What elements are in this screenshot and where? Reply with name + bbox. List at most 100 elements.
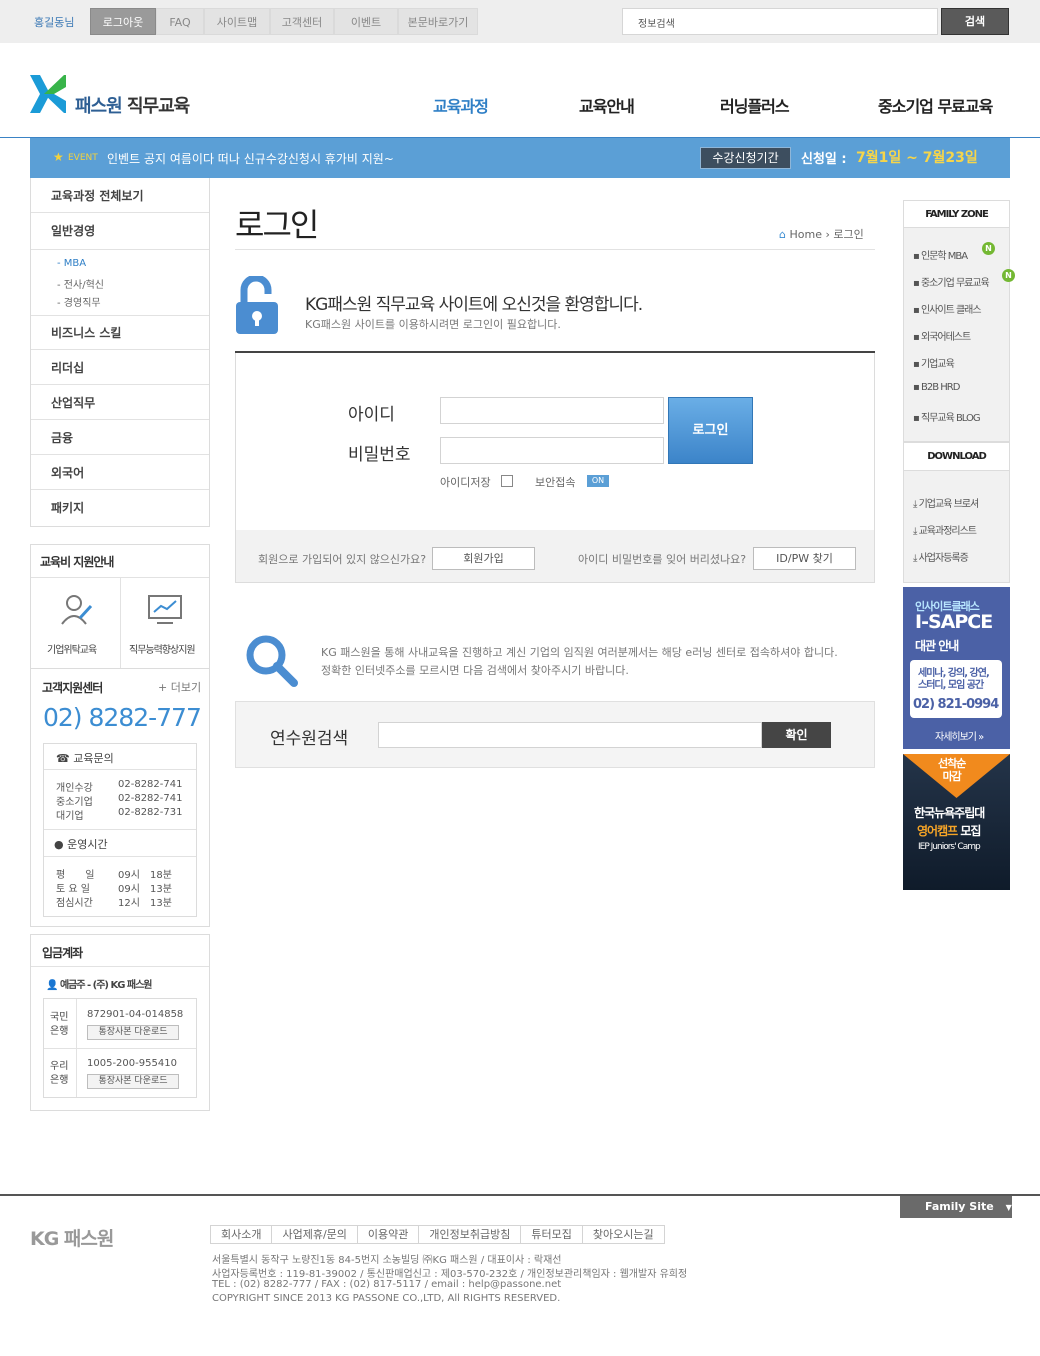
footer-link-directions[interactable]: 찾아오시는길: [583, 1226, 664, 1243]
password-label: 비밀번호: [348, 445, 411, 465]
family-item-label: 직무교육 BLOG: [920, 413, 981, 424]
logout-button[interactable]: 로그아웃: [90, 8, 156, 35]
nav-learning-plus[interactable]: 러닝플러스: [720, 93, 790, 117]
logo-main-text: 패스원: [75, 96, 123, 117]
bank-title: 입금계좌: [42, 946, 83, 960]
event-link[interactable]: 이벤트: [334, 8, 398, 35]
submenu-management-job[interactable]: - 경영직무: [57, 294, 101, 309]
family-item-label: 외국어테스트: [920, 332, 971, 343]
menu-industry-job[interactable]: 산업직무: [31, 386, 209, 420]
inquiry-row-value: 02-8282-741: [118, 779, 183, 790]
download-icon: ⤓: [913, 526, 918, 537]
footer-logo: KG 패스원: [30, 1228, 114, 1250]
menu-business-skill[interactable]: 비즈니스 스킬: [31, 316, 209, 350]
account-number: 872901-04-014858: [87, 1009, 184, 1020]
family-item[interactable]: ▪ 기업교육: [913, 355, 955, 370]
job-skill-support-label[interactable]: 직무능력향상지원: [129, 641, 196, 656]
banner-text: 세미나, 강의, 강연, 스터디, 모임 공간: [918, 668, 990, 692]
customer-center-link[interactable]: 고객센터: [270, 8, 334, 35]
more-link[interactable]: + 더보기: [158, 679, 201, 695]
menu-leadership[interactable]: 리더십: [31, 351, 209, 385]
banner-text: 영어캠프 모집: [917, 822, 981, 839]
banner-text-highlight: 영어캠프: [917, 824, 958, 838]
join-button[interactable]: 회원가입: [432, 547, 535, 570]
corporate-training-label[interactable]: 기업위탁교육: [47, 641, 97, 656]
download-bankbook-button[interactable]: 통장사본 다운로드: [87, 1025, 179, 1040]
breadcrumb-home[interactable]: Home: [789, 228, 821, 241]
footer-link-company[interactable]: 회사소개: [211, 1226, 273, 1243]
title-divider: [235, 249, 875, 250]
bank-name: 국민 은행: [50, 1012, 69, 1037]
edu-support-title: 교육비 지원안내: [40, 555, 114, 569]
chevron-right-icon: ›: [825, 228, 830, 241]
chart-monitor-icon[interactable]: [147, 594, 183, 626]
hours-title-text: 운영시간: [67, 838, 108, 851]
save-id-checkbox[interactable]: [501, 475, 513, 487]
center-search-input[interactable]: [378, 722, 762, 748]
divider: [44, 829, 196, 830]
banner-phone: 02) 821-0994: [913, 697, 999, 712]
person-pen-icon[interactable]: [58, 592, 94, 628]
password-input[interactable]: [440, 437, 664, 464]
download-item[interactable]: ⤓ 교육과정리스트: [913, 522, 977, 537]
footer-divider: [0, 1194, 1040, 1196]
secure-login-toggle[interactable]: ON: [587, 475, 609, 487]
inquiry-row-value: 02-8282-741: [118, 793, 183, 804]
info-line-1: KG 패스원을 통해 사내교육을 진행하고 계신 기업의 임직원 여러분께서는 …: [321, 646, 838, 659]
download-item[interactable]: ⤓ 사업자등록증: [913, 549, 969, 564]
sitemap-link[interactable]: 사이트맵: [204, 8, 270, 35]
faq-link[interactable]: FAQ: [156, 8, 204, 35]
family-item[interactable]: ▪ B2B HRD: [913, 382, 960, 393]
menu-package[interactable]: 패키지: [31, 491, 209, 525]
menu-foreign-language[interactable]: 외국어: [31, 456, 209, 490]
banner-more-link[interactable]: 자세히보기 »: [935, 728, 984, 743]
menu-finance[interactable]: 금융: [31, 421, 209, 455]
login-button[interactable]: 로그인: [668, 397, 753, 464]
family-item[interactable]: ▪ 외국어테스트: [913, 328, 971, 343]
nav-sme-free[interactable]: 중소기업 무료교육: [878, 93, 993, 117]
nav-guide[interactable]: 교육안내: [579, 93, 635, 117]
page-title: 로그인: [235, 206, 319, 244]
menu-all-courses[interactable]: 교육과정 전체보기: [31, 179, 209, 213]
footer-info-line: TEL : (02) 8282-777 / FAX : (02) 817-511…: [212, 1279, 562, 1290]
submenu-innovation[interactable]: - 전사/혁신: [57, 276, 104, 291]
download-bankbook-button[interactable]: 통장사본 다운로드: [87, 1074, 179, 1089]
account-number: 1005-200-955410: [87, 1058, 177, 1069]
family-item[interactable]: ▪ 인문학 MBA: [913, 247, 968, 262]
event-text[interactable]: 인벤트 공지 여름이다 떠나 신규수강신청시 휴가비 지원~: [107, 150, 394, 167]
submenu-mba[interactable]: - MBA: [57, 258, 86, 269]
search-label: 정보검색: [638, 19, 675, 30]
bank-name: 우리 은행: [50, 1061, 69, 1086]
account-holder-text: 예금주 - (주) KG 패스원: [59, 980, 153, 991]
family-item[interactable]: ▪ 중소기업 무료교육: [913, 274, 990, 289]
home-icon[interactable]: ⌂: [779, 228, 786, 241]
logo-mark-icon[interactable]: [30, 75, 66, 113]
search-button[interactable]: 검색: [941, 8, 1009, 35]
secure-login-label: 보안접속: [535, 476, 576, 489]
center-search-button[interactable]: 확인: [762, 722, 831, 748]
skip-to-content-link[interactable]: 본문바로가기: [398, 8, 478, 35]
nav-courses[interactable]: 교육과정: [433, 93, 489, 117]
family-item[interactable]: ▪ 직무교육 BLOG: [913, 409, 981, 424]
hours-row-from: 12시: [118, 898, 140, 909]
new-badge: N: [982, 242, 995, 255]
family-zone-title: FAMILY ZONE: [904, 201, 1009, 228]
family-item[interactable]: ▪ 인사이트 클래스: [913, 301, 982, 316]
find-id-pw-button[interactable]: ID/PW 찾기: [753, 547, 856, 570]
magnifier-icon: [246, 635, 298, 687]
id-input[interactable]: [440, 397, 664, 424]
footer-link-tutor[interactable]: 튜터모집: [521, 1226, 583, 1243]
logo[interactable]: 패스원 직무교육: [75, 92, 190, 118]
menu-general-management[interactable]: 일반경영: [31, 214, 209, 248]
family-site-select[interactable]: Family Site ▼: [900, 1196, 1012, 1218]
download-icon: ⤓: [913, 499, 918, 510]
footer-link-terms[interactable]: 이용약관: [358, 1226, 420, 1243]
event-label: EVENT: [68, 153, 98, 163]
footer-info-line: 서울특별시 동작구 노량진1동 84-5번지 소농빌딩 ㈜KG 패스원 / 대표…: [212, 1255, 562, 1266]
download-item[interactable]: ⤓ 기업교육 브로셔: [913, 495, 979, 510]
footer-link-partnership[interactable]: 사업제휴/문의: [272, 1226, 358, 1243]
footer-link-privacy[interactable]: 개인정보취급방침: [419, 1226, 522, 1243]
banner-text: 대관 안내: [915, 639, 959, 653]
inquiry-title: ☎ 교육문의: [56, 750, 114, 766]
banner-text: IEP Juniors' Camp: [918, 842, 981, 852]
